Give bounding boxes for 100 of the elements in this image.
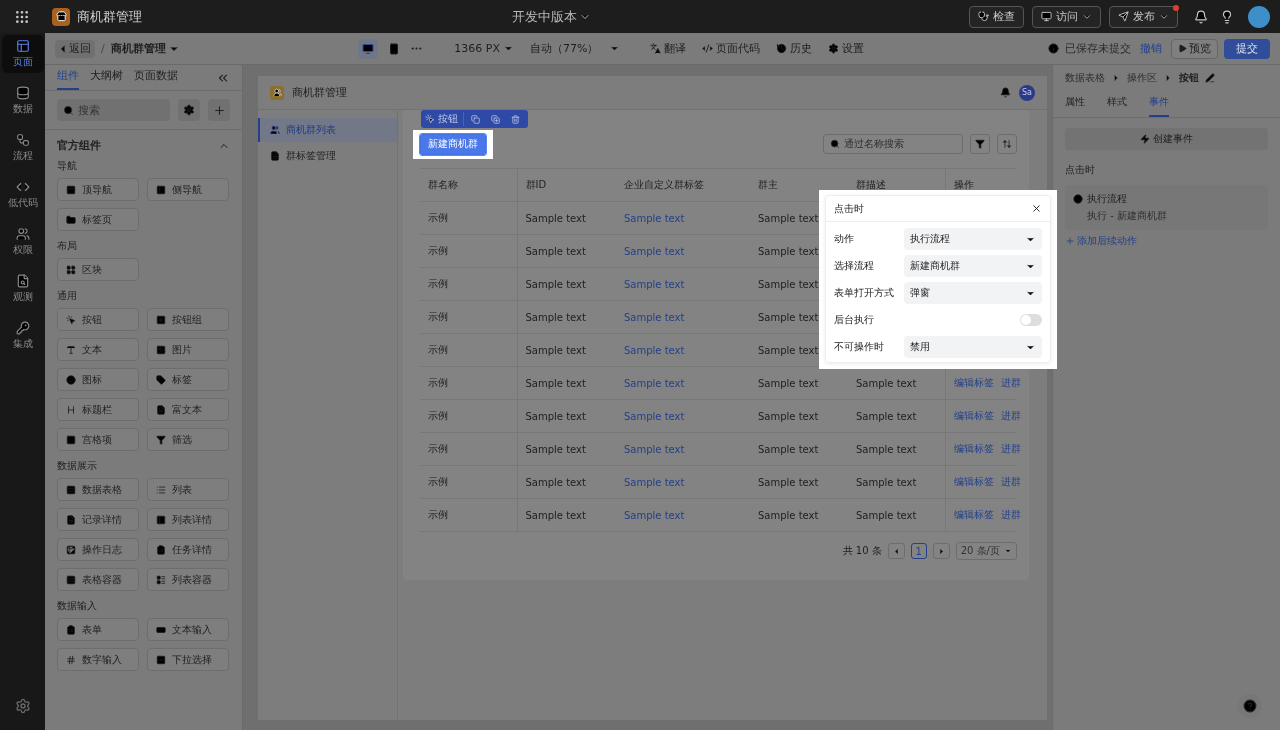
page-button[interactable]: 1 [910,543,927,559]
width-dropdown[interactable]: 1366 PX [449,42,519,55]
filter-button[interactable] [970,134,990,154]
bell-icon[interactable] [1000,87,1011,98]
version-dropdown[interactable]: 开发中版本 [508,5,595,28]
component-item[interactable]: 标签页 [57,208,139,231]
top-button[interactable]: 检查 [969,5,1024,28]
panel-tab[interactable]: 样式 [1107,91,1127,117]
rail-item[interactable]: 数据 [1,82,44,120]
settings-icon[interactable] [14,698,31,714]
component-item[interactable]: 按钮组 [147,308,229,331]
component-item[interactable]: 按钮 [57,308,139,331]
tag-link[interactable]: Sample text [624,344,685,356]
rail-item[interactable]: 观测 [1,270,44,308]
new-group-button[interactable]: 新建商机群 [420,133,486,155]
apps-icon[interactable] [14,8,30,25]
panel-tab[interactable]: 页面数据 [134,68,178,90]
edit-icon[interactable] [1205,73,1215,83]
close-icon[interactable] [1031,203,1042,214]
action-link[interactable]: 进群 [1000,376,1021,390]
action-link[interactable]: 编辑标签 [953,508,994,522]
sort-button[interactable] [997,134,1017,154]
settings-button[interactable] [178,99,200,121]
rail-item[interactable]: 低代码 [1,176,44,214]
component-item[interactable]: 筛选 [147,428,229,451]
tag-link[interactable]: Sample text [624,476,685,488]
panel-tab[interactable]: 大纲树 [90,68,123,90]
rail-item[interactable]: 权限 [1,223,44,261]
component-item[interactable]: 富文本 [147,398,229,421]
component-item[interactable]: 数字输入 [57,648,139,671]
breadcrumb-item[interactable]: 数据表格 [1065,71,1105,85]
user-avatar[interactable] [1248,5,1270,28]
action-link[interactable]: 编辑标签 [953,475,994,489]
preview-button[interactable]: 预览 [1171,38,1218,59]
action-link[interactable]: 进群 [1000,475,1021,489]
top-button[interactable]: 访问 [1032,5,1101,28]
action-link[interactable]: 进群 [1000,508,1021,522]
toolbar-action[interactable]: 设置 [823,41,870,56]
component-item[interactable]: 下拉选择 [147,648,229,671]
component-item[interactable]: 列表详情 [147,508,229,531]
component-item[interactable]: 标签 [147,368,229,391]
device-button[interactable] [358,38,379,59]
action-link[interactable]: 进群 [1000,409,1021,423]
submit-button[interactable]: 提交 [1224,38,1270,59]
action-link[interactable]: 进群 [1000,442,1021,456]
tag-link[interactable]: Sample text [624,311,685,323]
component-item[interactable]: 文本输入 [147,618,229,641]
tag-link[interactable]: Sample text [624,212,685,224]
component-item[interactable]: 列表容器 [147,568,229,591]
zoom-dropdown[interactable]: 自动（77%） [524,41,626,56]
rail-item[interactable]: 集成 [1,317,44,355]
add-button[interactable] [208,99,230,121]
component-item[interactable]: 表单 [57,618,139,641]
panel-tab[interactable]: 属性 [1065,91,1085,117]
component-item[interactable]: 宫格项 [57,428,139,451]
component-item[interactable]: 标题栏 [57,398,139,421]
component-item[interactable]: 图片 [147,338,229,361]
component-item[interactable]: 侧导航 [147,178,229,201]
panel-tab[interactable]: 组件 [57,68,79,90]
undo-link[interactable]: 撤销 [1137,41,1165,56]
event-card[interactable]: 执行流程 执行 - 新建商机群 [1065,185,1268,230]
create-event-button[interactable]: 创建事件 [1065,128,1268,150]
tag-link[interactable]: Sample text [624,410,685,422]
select-field[interactable]: 新建商机群 [904,255,1042,277]
next-page-button[interactable] [932,543,950,559]
select-field[interactable]: 禁用 [904,336,1042,358]
page-dropdown[interactable]: 商机群管理 [110,41,180,56]
component-item[interactable]: 任务详情 [147,538,229,561]
rail-item[interactable]: 页面 [1,35,44,73]
action-link[interactable]: 编辑标签 [953,376,994,390]
component-item[interactable]: 文本 [57,338,139,361]
component-item[interactable]: 列表 [147,478,229,501]
toggle-switch[interactable] [1020,314,1042,326]
component-item[interactable]: 区块 [57,258,139,281]
search-field[interactable]: 搜索 [57,99,170,121]
toolbar-action[interactable]: 页面代码 [697,41,766,56]
component-item[interactable]: 数据表格 [57,478,139,501]
tag-link[interactable]: Sample text [624,509,685,521]
select-field[interactable]: 执行流程 [904,228,1042,250]
rail-item[interactable]: 流程 [1,129,44,167]
back-button[interactable]: 返回 [55,39,95,58]
user-avatar[interactable]: Sa [1019,84,1035,101]
component-item[interactable]: 图标 [57,368,139,391]
component-item[interactable]: 操作日志 [57,538,139,561]
lightbulb-icon[interactable] [1220,9,1234,24]
add-action-link[interactable]: 添加后续动作 [1065,234,1137,248]
component-item[interactable]: 记录详情 [57,508,139,531]
tag-link[interactable]: Sample text [624,278,685,290]
bell-icon[interactable] [1194,9,1208,24]
breadcrumb-item[interactable]: 操作区 [1127,71,1157,85]
toolbar-action[interactable]: 历史 [771,41,818,56]
action-link[interactable]: 编辑标签 [953,409,994,423]
tag-link[interactable]: Sample text [624,377,685,389]
tag-link[interactable]: Sample text [624,245,685,257]
prev-page-button[interactable] [887,543,905,559]
top-button[interactable]: 发布 [1109,5,1178,28]
page-size-dropdown[interactable]: 20 条/页 [955,542,1017,560]
search-field[interactable]: 通过名称搜索 [823,134,963,154]
nav-item[interactable]: 群标签管理 [258,144,397,168]
select-field[interactable]: 弹窗 [904,282,1042,304]
